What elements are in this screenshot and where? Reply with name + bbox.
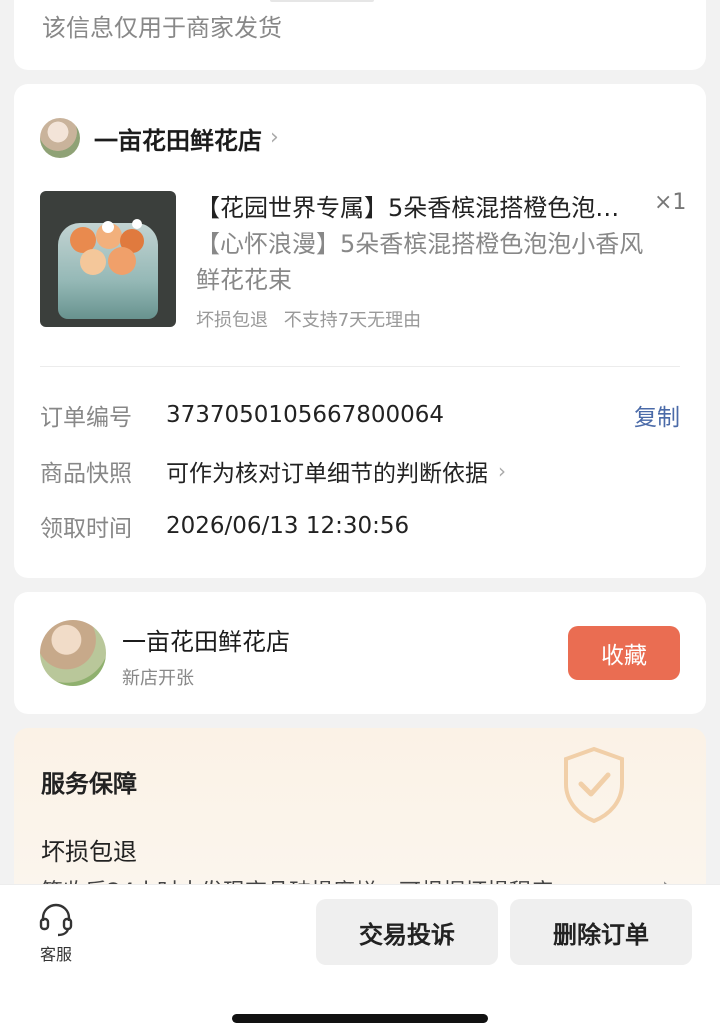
address-card: 该信息仅用于商家发货 — [14, 0, 706, 70]
product-tags: 坏损包退 不支持7天无理由 — [196, 306, 431, 332]
service-item: 坏损包退 — [41, 838, 137, 866]
favorite-button[interactable]: 收藏 — [568, 626, 680, 680]
shop-link[interactable]: 一亩花田鲜花店 › — [40, 116, 279, 160]
complain-button[interactable]: 交易投诉 — [316, 899, 498, 965]
address-hint: 该信息仅用于商家发货 — [42, 14, 282, 42]
chevron-right-icon: › — [270, 125, 279, 150]
shop-name: 一亩花田鲜花店 — [94, 126, 262, 155]
order-detail-page: 该信息仅用于商家发货 一亩花田鲜花店 › 【花园世界专属】5朵香槟混搭橙色泡… … — [0, 0, 720, 1036]
tag-damage-return: 坏损包退 — [196, 310, 268, 331]
shop-card[interactable]: 一亩花田鲜花店 新店开张 收藏 — [14, 592, 706, 714]
customer-service-button[interactable]: 客服 — [28, 901, 84, 965]
home-indicator[interactable] — [232, 1014, 488, 1023]
receive-time-value: 2026/06/13 12:30:56 — [166, 513, 410, 539]
shop-card-subtitle: 新店开张 — [122, 668, 194, 689]
receive-time-label: 领取时间 — [40, 516, 132, 542]
product-spec: 【心怀浪漫】5朵香槟混搭橙色泡泡小香风鲜花花束 — [196, 230, 644, 294]
customer-service-label: 客服 — [39, 945, 72, 964]
snapshot-value: 可作为核对订单细节的判断依据 — [166, 461, 488, 487]
headset-icon — [39, 903, 73, 937]
drag-handle — [270, 0, 374, 2]
chevron-right-icon: › — [498, 459, 506, 483]
receive-time-row: 领取时间 2026/06/13 12:30:56 — [40, 509, 680, 543]
product-image[interactable] — [40, 191, 176, 327]
tag-no-7day-return: 不支持7天无理由 — [283, 310, 422, 331]
snapshot-label: 商品快照 — [40, 461, 132, 487]
divider — [40, 366, 680, 367]
order-number-label: 订单编号 — [40, 405, 132, 431]
shop-card-name: 一亩花田鲜花店 — [122, 628, 290, 656]
order-number-value: 3737050105667800064 — [166, 402, 445, 428]
shop-avatar-large — [40, 620, 106, 686]
delete-order-button[interactable]: 删除订单 — [510, 899, 692, 965]
snapshot-row[interactable]: 商品快照 可作为核对订单细节的判断依据 › — [40, 454, 680, 488]
shield-check-icon — [564, 746, 624, 824]
order-number-row: 订单编号 3737050105667800064 复制 — [40, 398, 680, 432]
shop-avatar — [40, 118, 80, 158]
order-card: 一亩花田鲜花店 › 【花园世界专属】5朵香槟混搭橙色泡… ×1 【心怀浪漫】5朵… — [14, 84, 706, 578]
service-title: 服务保障 — [41, 770, 137, 798]
copy-button[interactable]: 复制 — [634, 398, 680, 432]
product-quantity: ×1 — [654, 190, 687, 215]
product-title[interactable]: 【花园世界专属】5朵香槟混搭橙色泡… — [196, 188, 636, 223]
